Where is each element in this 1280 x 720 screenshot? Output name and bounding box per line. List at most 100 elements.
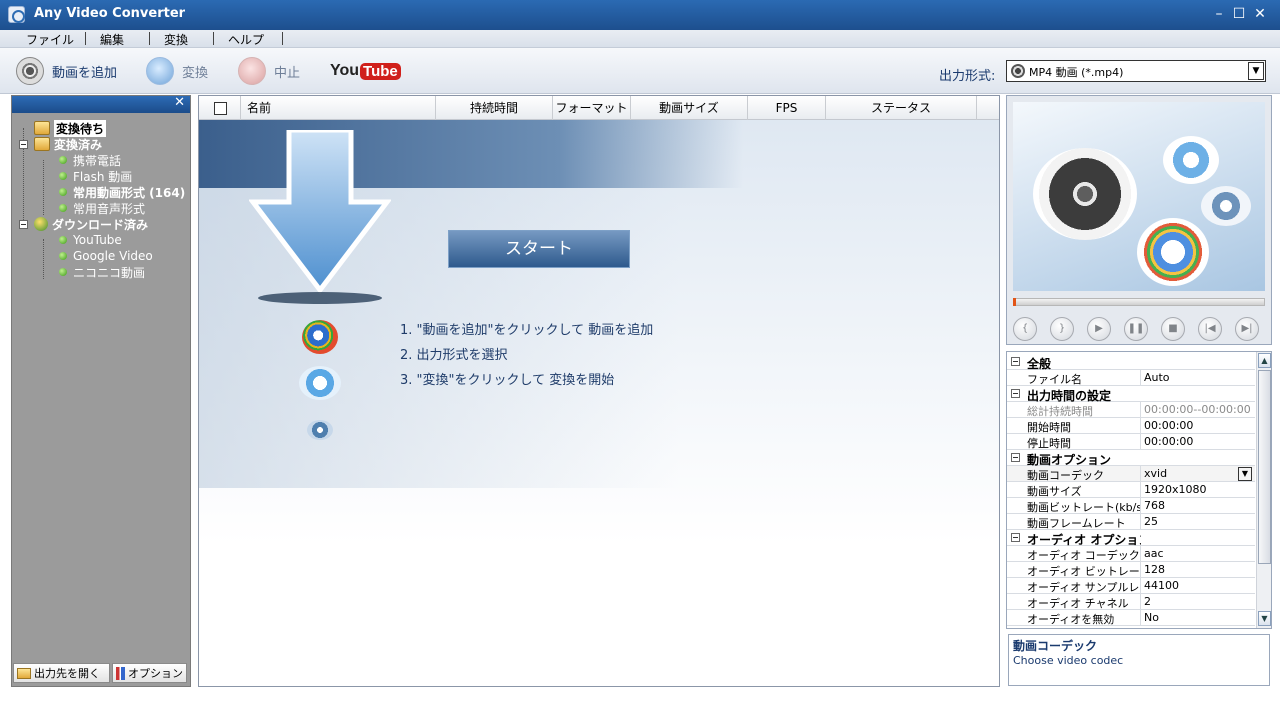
column-divider [1140, 610, 1141, 626]
property-value[interactable]: 00:00:00 [1144, 435, 1193, 448]
tree-item-label: ダウンロード済み [52, 217, 149, 232]
property-category[interactable]: 全般 [1007, 354, 1255, 371]
chevron-down-icon[interactable]: ▼ [1248, 62, 1264, 80]
property-row[interactable]: 停止時間 00:00:00 [1007, 434, 1255, 450]
convert-button[interactable]: 変換 [146, 56, 208, 86]
stop-label: 中止 [274, 65, 301, 81]
options-button[interactable]: オプション [112, 663, 187, 683]
previous-button[interactable]: |◀ [1198, 317, 1222, 341]
menu-file[interactable]: ファイル [26, 31, 74, 48]
property-row[interactable]: 動画コーデック xvid ▼ [1007, 466, 1255, 482]
seek-thumb[interactable] [1013, 298, 1016, 306]
seek-bar[interactable] [1013, 298, 1265, 306]
tree-item-common-audio[interactable]: 常用音声形式 [59, 200, 145, 216]
property-row[interactable]: ファイル名 Auto [1007, 370, 1255, 386]
collapse-toggle[interactable] [1011, 389, 1020, 398]
close-button[interactable]: ✕ [1251, 5, 1269, 23]
tree-item-common-video[interactable]: 常用動画形式 (164) [59, 184, 185, 200]
property-category[interactable]: 出力時間の設定 [1007, 386, 1255, 403]
collapse-toggle[interactable] [19, 220, 28, 229]
collapse-toggle[interactable] [1011, 453, 1020, 462]
property-value[interactable]: 44100 [1144, 579, 1179, 592]
open-output-folder-button[interactable]: 出力先を開く [13, 663, 110, 683]
property-value[interactable]: Auto [1144, 371, 1170, 384]
minimize-button[interactable]: – [1210, 5, 1228, 23]
tree-item-google-video[interactable]: Google Video [59, 248, 153, 264]
scroll-thumb[interactable] [1258, 370, 1271, 564]
property-row[interactable]: 動画フレームレート 25 [1007, 514, 1255, 530]
pause-button[interactable]: ❚❚ [1124, 317, 1148, 341]
column-divider [1140, 562, 1141, 578]
tree-item-mobile[interactable]: 携帯電話 [59, 152, 121, 168]
scroll-up-button[interactable]: ▲ [1258, 353, 1271, 368]
tree-item-flash[interactable]: Flash 動画 [59, 168, 132, 184]
scroll-down-button[interactable]: ▼ [1258, 611, 1271, 626]
property-value[interactable]: 00:00:00--00:00:00 [1144, 403, 1251, 416]
add-video-button[interactable]: 動画を追加 [16, 56, 117, 86]
column-name[interactable]: 名前 [241, 96, 436, 120]
collapse-toggle[interactable] [1011, 533, 1020, 542]
youtube-logo-you: You [330, 62, 360, 79]
maximize-button[interactable]: ☐ [1230, 5, 1248, 23]
property-row[interactable]: オーディオ コーデック aac [1007, 546, 1255, 562]
property-key: オーディオ チャネル [1027, 597, 1129, 610]
chevron-down-icon[interactable]: ▼ [1238, 467, 1252, 481]
mark-out-button[interactable]: } [1050, 317, 1074, 341]
stop-playback-button[interactable]: ■ [1161, 317, 1185, 341]
category-panel: ✕ 変換待ち 変換済み 携帯電話 Flash 動画 常用動画形式 (164) 常… [11, 95, 191, 687]
youtube-logo-button[interactable]: You Tube [330, 60, 401, 82]
property-row[interactable]: 動画ビットレート(kb/s) 768 [1007, 498, 1255, 514]
close-icon[interactable]: ✕ [174, 95, 185, 110]
column-fps[interactable]: FPS [748, 96, 826, 120]
column-duration[interactable]: 持続時間 [436, 96, 553, 120]
property-value[interactable]: 00:00:00 [1144, 419, 1193, 432]
column-status[interactable]: ステータス [826, 96, 977, 120]
realplayer-icon [307, 420, 333, 440]
property-key: オーディオ コーデック [1027, 549, 1140, 562]
tree-line [43, 160, 44, 215]
property-category[interactable]: 動画オプション [1007, 450, 1255, 467]
collapse-toggle[interactable] [19, 140, 28, 149]
select-all-checkbox[interactable] [214, 102, 227, 115]
output-format-select[interactable]: MP4 動画 (*.mp4) ▼ [1006, 60, 1266, 82]
property-row[interactable]: オーディオ サンプルレ... 44100 [1007, 578, 1255, 594]
green-dot-icon [59, 236, 67, 244]
play-button[interactable]: ▶ [1087, 317, 1111, 341]
property-value[interactable]: 1920x1080 [1144, 483, 1207, 496]
property-key: 動画フレームレート [1027, 517, 1126, 530]
property-value[interactable]: 25 [1144, 515, 1158, 528]
tree-item-nicovideo[interactable]: ニコニコ動画 [59, 264, 145, 280]
property-value[interactable]: xvid [1144, 467, 1167, 480]
property-category[interactable]: オーディオ オプション [1007, 530, 1255, 547]
stop-button[interactable]: 中止 [238, 56, 300, 86]
property-row[interactable]: オーディオ チャネル 2 [1007, 594, 1255, 610]
next-button[interactable]: ▶| [1235, 317, 1259, 341]
column-video-size[interactable]: 動画サイズ [631, 96, 748, 120]
property-value[interactable]: 768 [1144, 499, 1165, 512]
property-row[interactable]: オーディオを無効 No [1007, 610, 1255, 626]
property-row[interactable]: オーディオ ビットレート...128 [1007, 562, 1255, 578]
column-format[interactable]: フォーマット [553, 96, 631, 120]
property-row[interactable]: 動画サイズ 1920x1080 [1007, 482, 1255, 498]
column-divider [1140, 578, 1141, 594]
green-dot-icon [59, 252, 67, 260]
tree-item-downloaded[interactable]: ダウンロード済み [34, 216, 148, 232]
tree-item-converted[interactable]: 変換済み [34, 136, 102, 152]
property-row[interactable]: 総計持続時間 00:00:00--00:00:00 [1007, 402, 1255, 418]
property-row[interactable]: 開始時間 00:00:00 [1007, 418, 1255, 434]
property-value[interactable]: No [1144, 611, 1159, 624]
menu-convert[interactable]: 変換 [164, 31, 188, 48]
property-value[interactable]: 128 [1144, 563, 1165, 576]
property-value[interactable]: 2 [1144, 595, 1151, 608]
mark-in-button[interactable]: { [1013, 317, 1037, 341]
convert-label: 変換 [182, 65, 209, 81]
collapse-toggle[interactable] [1011, 357, 1020, 366]
start-button[interactable]: スタート [448, 230, 630, 268]
tree-item-pending[interactable]: 変換待ち [34, 119, 107, 137]
property-value[interactable]: aac [1144, 547, 1164, 560]
property-key: オーディオ ビットレート... [1027, 565, 1141, 578]
menu-help[interactable]: ヘルプ [228, 31, 264, 48]
menu-edit[interactable]: 編集 [100, 31, 124, 48]
tree-item-youtube[interactable]: YouTube [59, 232, 122, 248]
properties-scrollbar[interactable]: ▲ ▼ [1256, 352, 1271, 628]
